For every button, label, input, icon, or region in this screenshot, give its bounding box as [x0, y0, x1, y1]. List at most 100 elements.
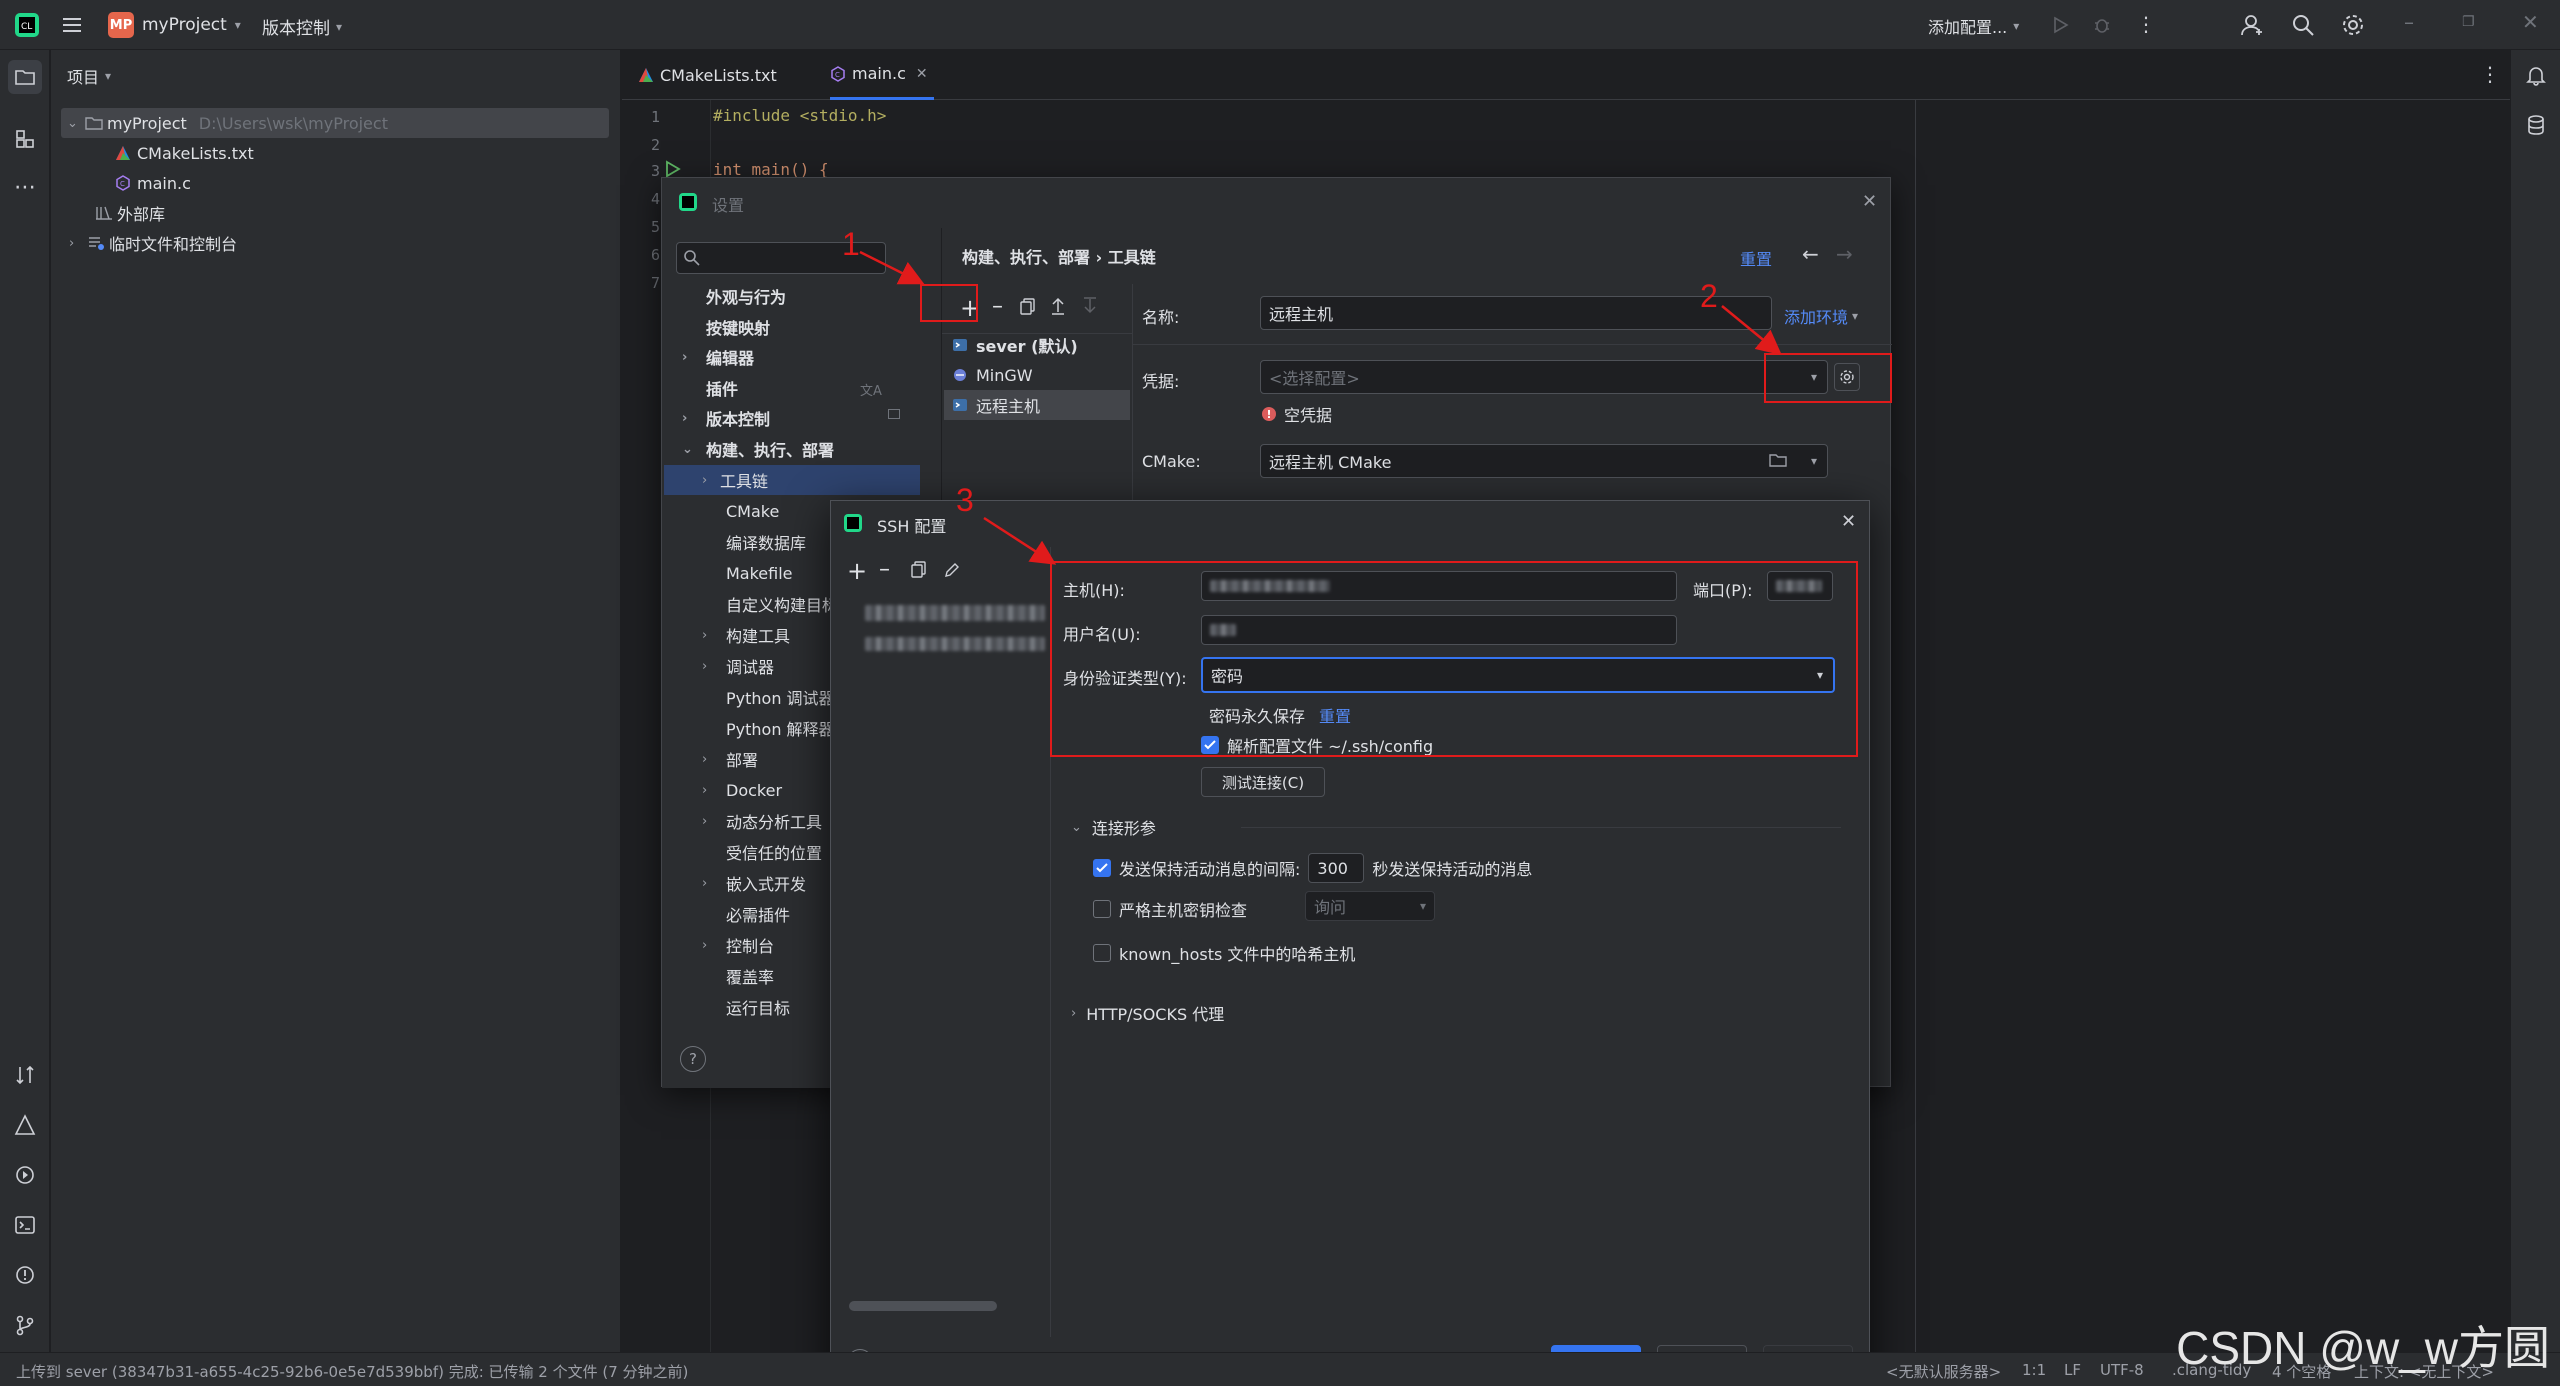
copy-icon[interactable]	[1020, 298, 1036, 316]
tab-cmakelists[interactable]: CMakeLists.txt	[638, 50, 777, 100]
status-encoding[interactable]: UTF-8	[2100, 1361, 2144, 1379]
remove-toolchain-icon[interactable]: –	[992, 294, 1003, 319]
ssh-config-item-blurred[interactable]	[865, 605, 1045, 621]
tree-scratches[interactable]: › 临时文件和控制台	[69, 228, 237, 258]
nav-python-debugger[interactable]: Python 调试器	[726, 682, 835, 712]
nav-vcs[interactable]: › 版本控制	[682, 403, 770, 433]
nav-editor[interactable]: › 编辑器	[682, 342, 754, 372]
git-branch-icon[interactable]	[12, 1312, 38, 1338]
tab-main-c[interactable]: C main.c ✕	[830, 50, 934, 100]
keepalive-label: 发送保持活动消息的间隔:	[1119, 860, 1301, 879]
nav-plugins[interactable]: 插件	[706, 373, 738, 403]
add-user-icon[interactable]	[2240, 12, 2266, 38]
more-actions-icon[interactable]: ⋮	[2136, 12, 2156, 36]
close-ssh-icon[interactable]: ✕	[1841, 511, 1856, 532]
help-icon[interactable]: ?	[680, 1046, 706, 1072]
search-icon[interactable]	[2290, 12, 2316, 38]
database-icon[interactable]	[2523, 112, 2549, 138]
nav-makefile[interactable]: Makefile	[726, 558, 793, 588]
run-gutter-icon[interactable]	[665, 160, 681, 178]
tab-options-icon[interactable]: ⋮	[2480, 62, 2500, 86]
move-down-icon[interactable]	[1082, 296, 1098, 316]
close-settings-icon[interactable]: ✕	[1862, 191, 1877, 212]
structure-icon[interactable]	[12, 126, 38, 152]
run-config-selector[interactable]: 添加配置... ▾	[1928, 14, 2019, 38]
reset-link[interactable]: 重置	[1740, 246, 1772, 270]
nav-python-interp[interactable]: Python 解释器	[726, 713, 835, 743]
nav-appearance[interactable]: 外观与行为	[706, 281, 786, 311]
test-connection-button[interactable]: 测试连接(C)	[1201, 767, 1325, 797]
forward-arrow-icon[interactable]: →	[1836, 242, 1853, 266]
terminal-icon[interactable]	[12, 1212, 38, 1238]
strict-host-checkbox[interactable]	[1093, 900, 1111, 918]
nav-toolchains[interactable]: › 工具链	[664, 465, 920, 495]
module-folder-icon	[85, 115, 103, 131]
nav-build-tools[interactable]: › 构建工具	[702, 620, 790, 650]
toolchain-item-sever[interactable]: sever (默认)	[952, 330, 1078, 360]
settings-gear-icon[interactable]	[2340, 12, 2366, 38]
move-up-icon[interactable]	[1050, 296, 1066, 316]
nav-custom-build[interactable]: 自定义构建目标	[726, 589, 838, 619]
more-tools-icon[interactable]: ⋯	[12, 174, 38, 200]
nav-docker[interactable]: › Docker	[702, 775, 782, 805]
nav-required-plugins[interactable]: 必需插件	[726, 899, 790, 929]
remove-ssh-config-icon[interactable]: –	[879, 557, 890, 582]
project-switcher[interactable]: MP myProject ▾	[108, 12, 241, 38]
nav-console[interactable]: › 控制台	[702, 930, 774, 960]
nav-trusted[interactable]: 受信任的位置	[726, 837, 822, 867]
known-hosts-checkbox[interactable]	[1093, 944, 1111, 962]
nav-coverage[interactable]: 覆盖率	[726, 961, 774, 991]
proxy-section[interactable]: › HTTP/SOCKS 代理	[1071, 1001, 1224, 1025]
tree-file-main-c[interactable]: C main.c	[115, 168, 191, 198]
nav-deployment[interactable]: › 部署	[702, 744, 758, 774]
close-tab-icon[interactable]: ✕	[916, 66, 928, 82]
vcs-commit-icon[interactable]	[12, 1062, 38, 1088]
toolchain-label: 远程主机	[976, 397, 1041, 416]
restore-icon[interactable]: ❐	[2462, 14, 2475, 30]
project-tool-icon[interactable]	[8, 60, 42, 94]
tree-external-libs[interactable]: 外部库	[95, 198, 165, 228]
keepalive-checkbox[interactable]	[1093, 859, 1111, 877]
add-env-dropdown[interactable]: 添加环境 ▾	[1784, 304, 1858, 328]
nav-keymap[interactable]: 按键映射	[706, 312, 770, 342]
connection-params-section[interactable]: ⌄ 连接形参	[1071, 815, 1156, 839]
copy-icon[interactable]	[911, 561, 927, 579]
nav-embedded[interactable]: › 嵌入式开发	[702, 868, 806, 898]
toolchain-item-mingw[interactable]: MinGW	[952, 360, 1033, 390]
nav-dynamic-analysis[interactable]: › 动态分析工具	[702, 806, 822, 836]
nav-run-targets[interactable]: 运行目标	[726, 992, 790, 1022]
notifications-bell-icon[interactable]	[2523, 62, 2549, 88]
nav-cmake[interactable]: CMake	[726, 496, 779, 526]
project-panel-header[interactable]: 项目 ▾	[67, 64, 111, 88]
tree-file-cmakelists[interactable]: CMakeLists.txt	[115, 138, 254, 168]
edit-pencil-icon[interactable]	[943, 561, 961, 579]
nav-build[interactable]: ⌄ 构建、执行、部署	[682, 434, 834, 464]
minimize-icon[interactable]: –	[2404, 10, 2414, 34]
services-icon[interactable]	[12, 1162, 38, 1188]
nav-debugger[interactable]: › 调试器	[702, 651, 774, 681]
main-menu-icon[interactable]	[60, 13, 84, 37]
keepalive-input[interactable]: 300	[1308, 853, 1365, 883]
folder-browse-icon[interactable]	[1769, 452, 1787, 468]
tree-root-myproject[interactable]: ⌄ myProject D:\Users\wsk\myProject	[61, 108, 609, 138]
ssh-config-item-blurred[interactable]	[865, 637, 1045, 651]
add-ssh-config-icon[interactable]: +	[847, 557, 867, 585]
status-server[interactable]: <无默认服务器>	[1886, 1361, 2001, 1382]
close-window-icon[interactable]: ✕	[2522, 10, 2539, 34]
back-arrow-icon[interactable]: ←	[1802, 242, 1819, 266]
status-position[interactable]: 1:1	[2022, 1361, 2046, 1379]
cmake-icon[interactable]	[12, 1112, 38, 1138]
credentials-select[interactable]: <选择配置> ▾	[1260, 360, 1828, 394]
strict-host-select[interactable]: 询问 ▾	[1305, 891, 1435, 921]
status-line-ending[interactable]: LF	[2064, 1361, 2081, 1379]
nav-compdb[interactable]: 编译数据库	[726, 527, 806, 557]
problems-icon[interactable]	[12, 1262, 38, 1288]
vcs-menu[interactable]: 版本控制 ▾	[262, 14, 342, 39]
name-input[interactable]: 远程主机	[1260, 296, 1772, 330]
cmake-input[interactable]: 远程主机 CMake ▾	[1260, 444, 1828, 478]
toolchain-item-remote[interactable]: 远程主机	[944, 390, 1130, 420]
horizontal-scrollbar[interactable]	[849, 1301, 997, 1311]
debug-icon[interactable]	[2092, 15, 2112, 35]
status-message[interactable]: 上传到 sever (38347b31-a655-4c25-92b6-0e5e7…	[16, 1361, 688, 1382]
run-icon[interactable]	[2050, 15, 2070, 35]
